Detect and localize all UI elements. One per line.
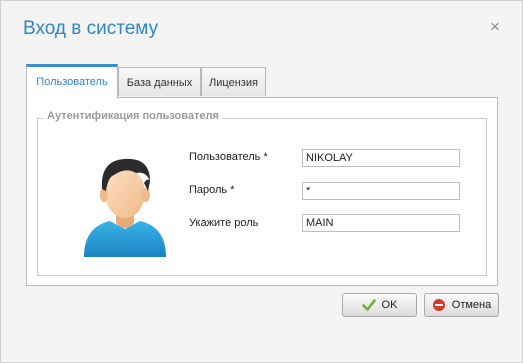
cancel-label: Отмена xyxy=(451,299,492,311)
checkmark-icon xyxy=(361,299,376,311)
username-field[interactable] xyxy=(302,149,460,167)
user-avatar-icon xyxy=(84,158,166,257)
auth-groupbox: Аутентификация пользователя Пользователь… xyxy=(37,110,487,276)
dialog-title: Вход в систему xyxy=(23,18,159,39)
username-label: Пользователь * xyxy=(189,151,268,163)
password-label: Пароль * xyxy=(189,184,235,196)
ok-button[interactable]: OK xyxy=(342,293,417,317)
cancel-icon xyxy=(432,299,445,311)
tab-user[interactable]: Пользователь xyxy=(26,64,118,98)
password-field[interactable] xyxy=(302,182,460,200)
role-label: Укажите роль xyxy=(189,217,259,229)
auth-group-legend: Аутентификация пользователя xyxy=(43,110,223,122)
ok-label: OK xyxy=(381,299,398,311)
tab-license[interactable]: Лицензия xyxy=(201,67,266,96)
login-dialog: Вход в систему × Пользователь База данны… xyxy=(0,0,523,363)
close-icon[interactable]: × xyxy=(488,18,502,35)
cancel-button[interactable]: Отмена xyxy=(424,293,499,317)
role-field[interactable] xyxy=(302,214,460,232)
tab-database[interactable]: База данных xyxy=(118,67,201,96)
tab-panel-user: Аутентификация пользователя Пользователь… xyxy=(26,97,498,286)
